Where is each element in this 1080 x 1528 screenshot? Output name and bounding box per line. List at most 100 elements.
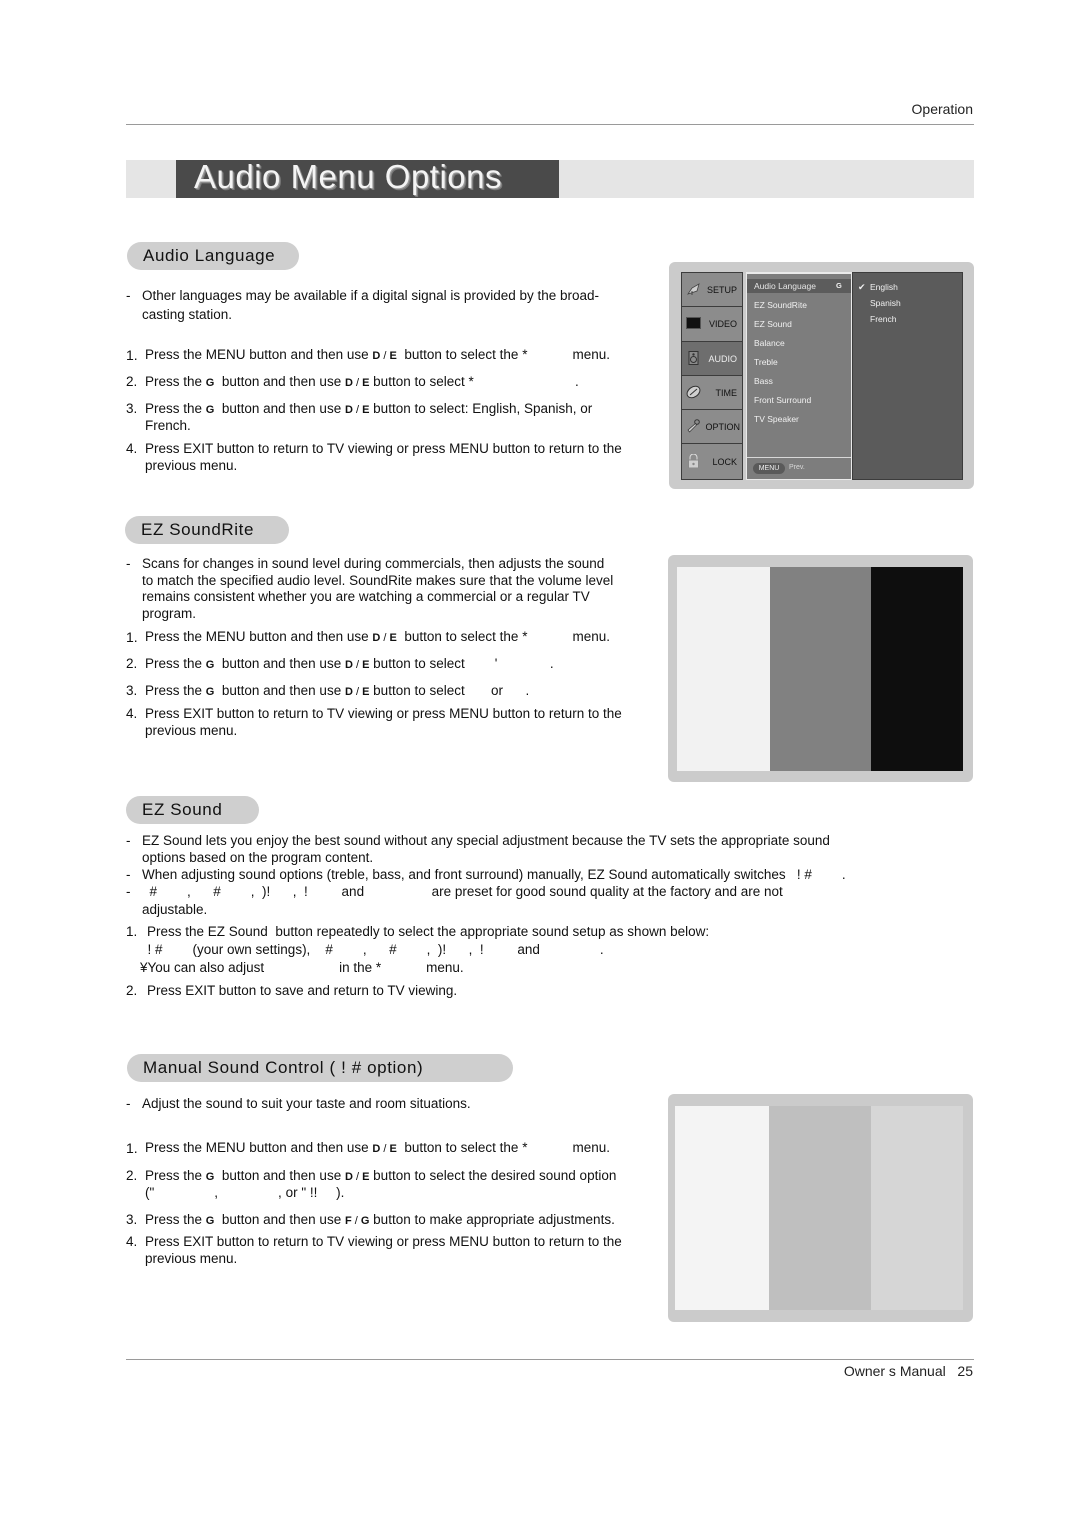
step-number: 4. — [126, 441, 138, 456]
note-line: adjustable. — [142, 902, 208, 917]
tv-menu-item-tv-speaker: TV Speaker — [754, 414, 799, 424]
tv-option-english: English — [870, 282, 898, 292]
step-3: 3. Press the G button and then use D / E… — [126, 401, 666, 435]
step-text: Press the G button and then use D / E bu… — [145, 374, 579, 389]
step-text: ¥You can also adjust in the * menu. — [140, 960, 464, 975]
section-heading-ez-soundrite: EZ SoundRite — [125, 516, 289, 544]
panel-segment — [675, 1106, 769, 1310]
panel-segment — [769, 1106, 871, 1310]
step-text: Press the MENU button and then use D / E… — [145, 347, 610, 362]
step-text: Press the G button and then use D / E bu… — [145, 401, 593, 416]
step-4: 4. Press EXIT button to return to TV vie… — [126, 441, 666, 475]
note-line: program. — [142, 605, 197, 621]
step-number: 3. — [126, 401, 138, 416]
step-text: ! # (your own settings), # , # , )! , ! … — [140, 942, 604, 957]
tv-menu-tabs: SETUP VIDEO AUDIO TIME OPTION LOCK — [681, 272, 743, 480]
check-icon: ✔ — [858, 282, 866, 292]
prev-label: Prev. — [789, 464, 805, 471]
speaker-icon — [688, 350, 699, 365]
illustration-panel — [677, 567, 963, 771]
note-line: options based on the program content. — [142, 850, 374, 865]
tv-option-spanish: Spanish — [870, 298, 901, 308]
tv-menu-item-front-surround: Front Surround — [754, 395, 812, 405]
step-number: 2. — [126, 1168, 138, 1183]
clock-icon — [686, 385, 701, 399]
dash: - — [126, 833, 131, 848]
tv-menu-item-ez-soundrite: EZ SoundRite — [754, 300, 807, 310]
step-text: previous menu. — [145, 723, 238, 738]
header-rule — [126, 124, 974, 125]
satellite-dish-icon — [687, 283, 700, 295]
dash: - — [126, 867, 131, 882]
step-text: Press EXIT button to return to TV viewin… — [145, 706, 622, 721]
menu-button-glyph: MENU — [753, 463, 785, 474]
tv-menu-item-bass: Bass — [754, 376, 773, 386]
note-line: Other languages may be available if a di… — [142, 288, 600, 303]
step-text: Press the MENU button and then use D / E… — [145, 629, 610, 644]
running-head: Operation — [911, 101, 973, 117]
step-number: 3. — [126, 683, 138, 698]
tv-menu-item-audio-language: Audio Language — [754, 281, 816, 291]
step-3: 3. Press the G button and then use F / G… — [126, 1212, 666, 1228]
dash: - — [126, 884, 131, 899]
tv-tab-time: TIME — [682, 376, 742, 411]
note-line: # , # , )! , ! and are preset for good s… — [142, 884, 783, 899]
note-line: EZ Sound lets you enjoy the best sound w… — [142, 833, 830, 848]
section-heading-audio-language: Audio Language — [127, 242, 299, 270]
dash: - — [126, 288, 131, 303]
page-title: Audio Menu Options — [194, 158, 503, 195]
section-heading-manual-sound-control: Manual Sound Control ( ! # option) — [127, 1054, 513, 1082]
padlock-icon — [688, 453, 699, 468]
up-key-glyph: E — [389, 350, 397, 362]
step-2: 2. Press EXIT button to save and return … — [126, 983, 986, 999]
tv-menu-item-treble: Treble — [754, 357, 778, 367]
step-text: Press the MENU button and then use D / E… — [145, 1140, 610, 1155]
step-text: French. — [145, 418, 191, 433]
manual-sound-illustration — [668, 1094, 973, 1322]
step-number: 3. — [126, 1212, 138, 1227]
panel-segment — [770, 567, 871, 771]
step-number: 4. — [126, 1234, 138, 1249]
step-2: 2. Press the G button and then use D / E… — [126, 374, 666, 390]
step-number: 1. — [126, 1140, 138, 1156]
tv-tab-setup: SETUP — [682, 273, 742, 308]
step-number: 2. — [126, 374, 138, 389]
tv-tab-video: VIDEO — [682, 307, 742, 342]
footer-label: Owner s Manual — [843, 1363, 946, 1379]
step-text: previous menu. — [145, 458, 238, 473]
step-number: 1. — [126, 629, 138, 645]
tv-tab-lock: LOCK — [682, 445, 742, 479]
panel-segment — [871, 567, 963, 771]
step-1: 1. Press the MENU button and then use D … — [126, 629, 666, 645]
step-2: 2. Press the G button and then use D / E… — [126, 656, 666, 672]
step-number: 4. — [126, 706, 138, 721]
soundrite-illustration — [668, 555, 973, 782]
step-2: 2. Press the G button and then use D / E… — [126, 1168, 666, 1202]
tv-menu-item-balance: Balance — [754, 338, 785, 348]
tv-menu-item-ez-sound: EZ Sound — [754, 319, 792, 329]
step-1: 1. Press the MENU button and then use D … — [126, 1140, 666, 1156]
step-number: 2. — [126, 656, 138, 671]
step-text: Press the G button and then use F / G bu… — [145, 1212, 615, 1227]
tv-tab-audio: AUDIO — [682, 341, 742, 376]
notes-ez-sound: - EZ Sound lets you enjoy the best sound… — [126, 833, 986, 923]
left-key-glyph: F — [344, 1215, 352, 1227]
screen-icon — [686, 317, 701, 330]
panel-segment — [677, 567, 770, 771]
note-line: to match the specified audio level. Soun… — [142, 572, 614, 588]
step-text: Press the EZ Sound button repeatedly to … — [147, 924, 710, 939]
step-text: Press EXIT button to return to TV viewin… — [145, 441, 622, 456]
note-line: Scans for changes in sound level during … — [142, 556, 605, 571]
section-heading-ez-sound: EZ Sound — [126, 796, 259, 824]
step-number: 1. — [126, 347, 138, 363]
dash: - — [126, 1096, 131, 1111]
step-text: Press the G button and then use D / E bu… — [145, 656, 554, 671]
wrench-icon — [687, 419, 700, 433]
step-4: 4. Press EXIT button to return to TV vie… — [126, 1234, 666, 1268]
step-1: 1. Press the MENU button and then use D … — [126, 347, 666, 363]
step-text: Press the G button and then use D / E bu… — [145, 683, 530, 698]
illustration-panel — [675, 1106, 963, 1310]
step-text: (" , , or " !! ). — [145, 1185, 345, 1200]
note-line: remains consistent whether you are watch… — [142, 589, 590, 604]
tv-menu-footer: MENU Prev. — [747, 457, 851, 479]
